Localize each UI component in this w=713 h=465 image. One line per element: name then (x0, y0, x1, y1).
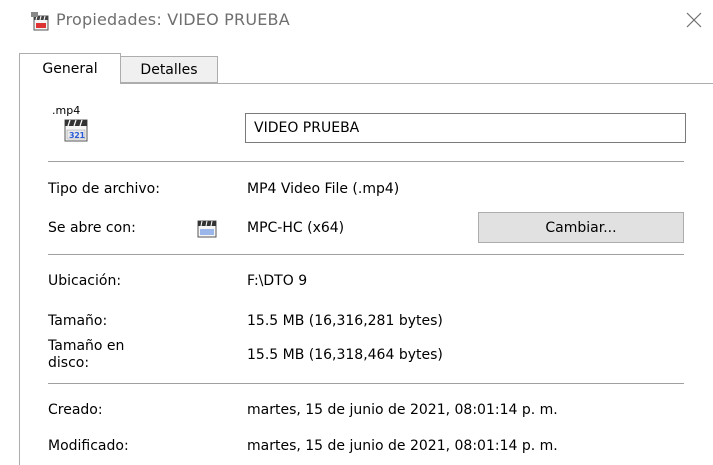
modified-value: martes, 15 de junio de 2021, 08:01:14 p.… (247, 438, 558, 454)
created-label: Creado: (48, 402, 103, 418)
change-button[interactable]: Cambiar... (478, 212, 684, 243)
tab-detalles[interactable]: Detalles (121, 56, 218, 83)
file-type-label: Tipo de archivo: (48, 181, 160, 197)
tab-detalles-label: Detalles (140, 61, 198, 78)
size-on-disk-label-line1: Tamaño en (48, 338, 125, 354)
separator (48, 383, 684, 384)
file-properties-icon (31, 12, 51, 32)
file-icon-digits: 321 (69, 131, 85, 140)
size-value: 15.5 MB (16,316,281 bytes) (247, 313, 443, 329)
window-title: Propiedades: VIDEO PRUEBA (56, 10, 290, 29)
file-name-input[interactable] (245, 113, 686, 143)
file-type-value: MP4 Video File (.mp4) (247, 181, 400, 197)
close-button[interactable] (679, 7, 709, 37)
tab-general[interactable]: General (19, 53, 121, 84)
mp4-file-icon: .mp4 321 (51, 105, 91, 145)
close-icon (686, 12, 702, 32)
location-value: F:\DTO 9 (247, 273, 308, 289)
created-value: martes, 15 de junio de 2021, 08:01:14 p.… (247, 402, 558, 418)
mpc-hc-icon (196, 219, 218, 239)
title-bar[interactable]: Propiedades: VIDEO PRUEBA (0, 0, 713, 44)
size-on-disk-value: 15.5 MB (16,318,464 bytes) (247, 347, 443, 363)
tab-general-label: General (42, 61, 98, 77)
location-label: Ubicación: (48, 273, 122, 289)
opens-with-value: MPC-HC (x64) (247, 220, 345, 236)
modified-label: Modificado: (48, 438, 129, 454)
size-label: Tamaño: (48, 313, 108, 329)
opens-with-label: Se abre con: (48, 220, 136, 236)
file-icon-extension: .mp4 (52, 104, 81, 117)
separator (48, 254, 684, 255)
size-on-disk-label-line2: disco: (48, 355, 90, 371)
separator (48, 161, 684, 162)
